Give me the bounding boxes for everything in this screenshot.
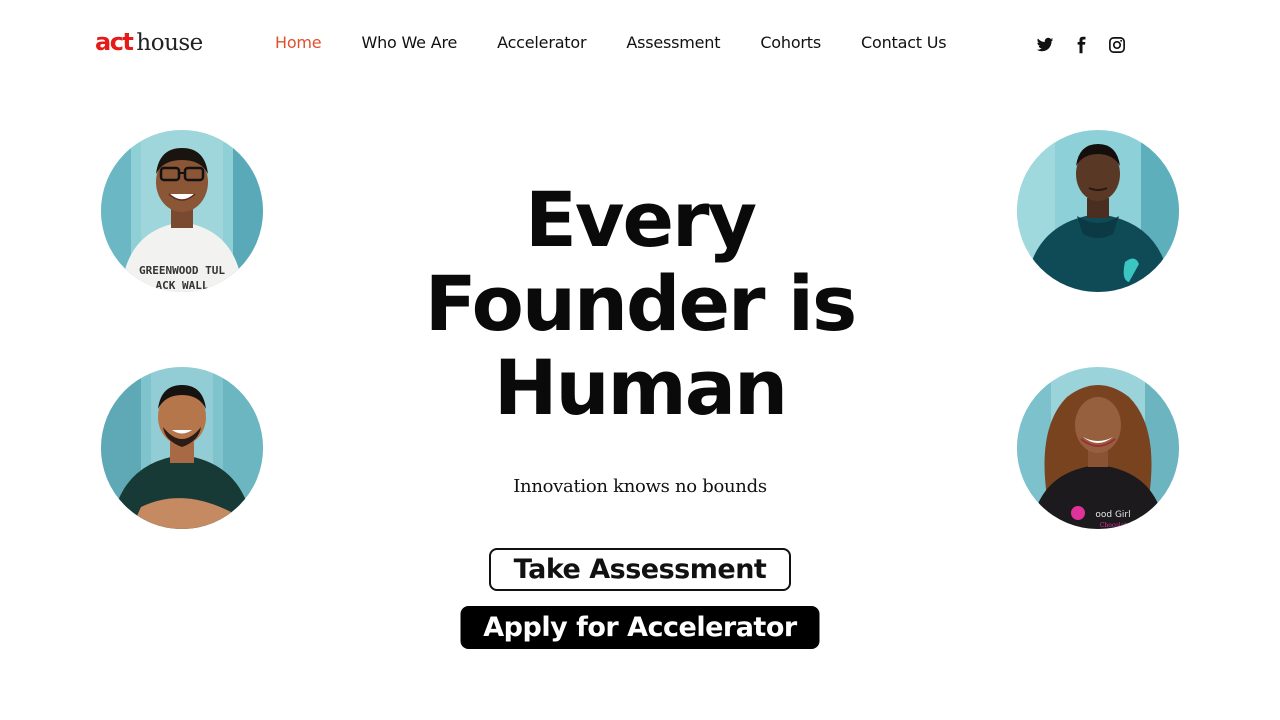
nav-item-assessment[interactable]: Assessment bbox=[626, 33, 720, 52]
hero-subtitle: Innovation knows no bounds bbox=[513, 476, 767, 497]
logo-word: house bbox=[136, 30, 203, 56]
apply-accelerator-button[interactable]: Apply for Accelerator bbox=[460, 606, 820, 649]
shirt-text-line-2: Chocolate bbox=[1100, 522, 1131, 529]
nav-item-contact-us[interactable]: Contact Us bbox=[861, 33, 947, 52]
hero-title: Every Founder is Human bbox=[340, 178, 940, 430]
site-header: act house Home Who We Are Accelerator As… bbox=[0, 0, 1280, 90]
logo-mark: act bbox=[95, 28, 134, 56]
nav-item-who-we-are[interactable]: Who We Are bbox=[361, 33, 457, 52]
nav-item-accelerator[interactable]: Accelerator bbox=[497, 33, 586, 52]
social-links bbox=[1036, 36, 1126, 54]
nav-item-home[interactable]: Home bbox=[275, 33, 322, 52]
hero-title-line-3: Human bbox=[493, 343, 788, 432]
founder-photo-bottom-right: ood Girl Chocolate bbox=[1017, 367, 1179, 529]
shirt-text-line-1: GREENWOOD TUL bbox=[139, 264, 225, 277]
instagram-icon[interactable] bbox=[1108, 36, 1126, 54]
take-assessment-button[interactable]: Take Assessment bbox=[489, 548, 791, 591]
nav-item-cohorts[interactable]: Cohorts bbox=[760, 33, 821, 52]
shirt-text-line-1: ood Girl bbox=[1095, 510, 1130, 520]
hero-title-line-1: Every bbox=[524, 175, 757, 264]
founder-photo-top-left: GREENWOOD TUL ACK WALL bbox=[101, 130, 263, 292]
shirt-text-line-2: ACK WALL bbox=[156, 279, 209, 292]
twitter-icon[interactable] bbox=[1036, 36, 1054, 54]
main-nav: Home Who We Are Accelerator Assessment C… bbox=[275, 33, 947, 52]
facebook-icon[interactable] bbox=[1072, 36, 1090, 54]
founder-photo-top-right bbox=[1017, 130, 1179, 292]
act-house-logo[interactable]: act house bbox=[95, 30, 203, 60]
hero-title-line-2: Founder is bbox=[424, 259, 857, 348]
founder-photo-bottom-left bbox=[101, 367, 263, 529]
